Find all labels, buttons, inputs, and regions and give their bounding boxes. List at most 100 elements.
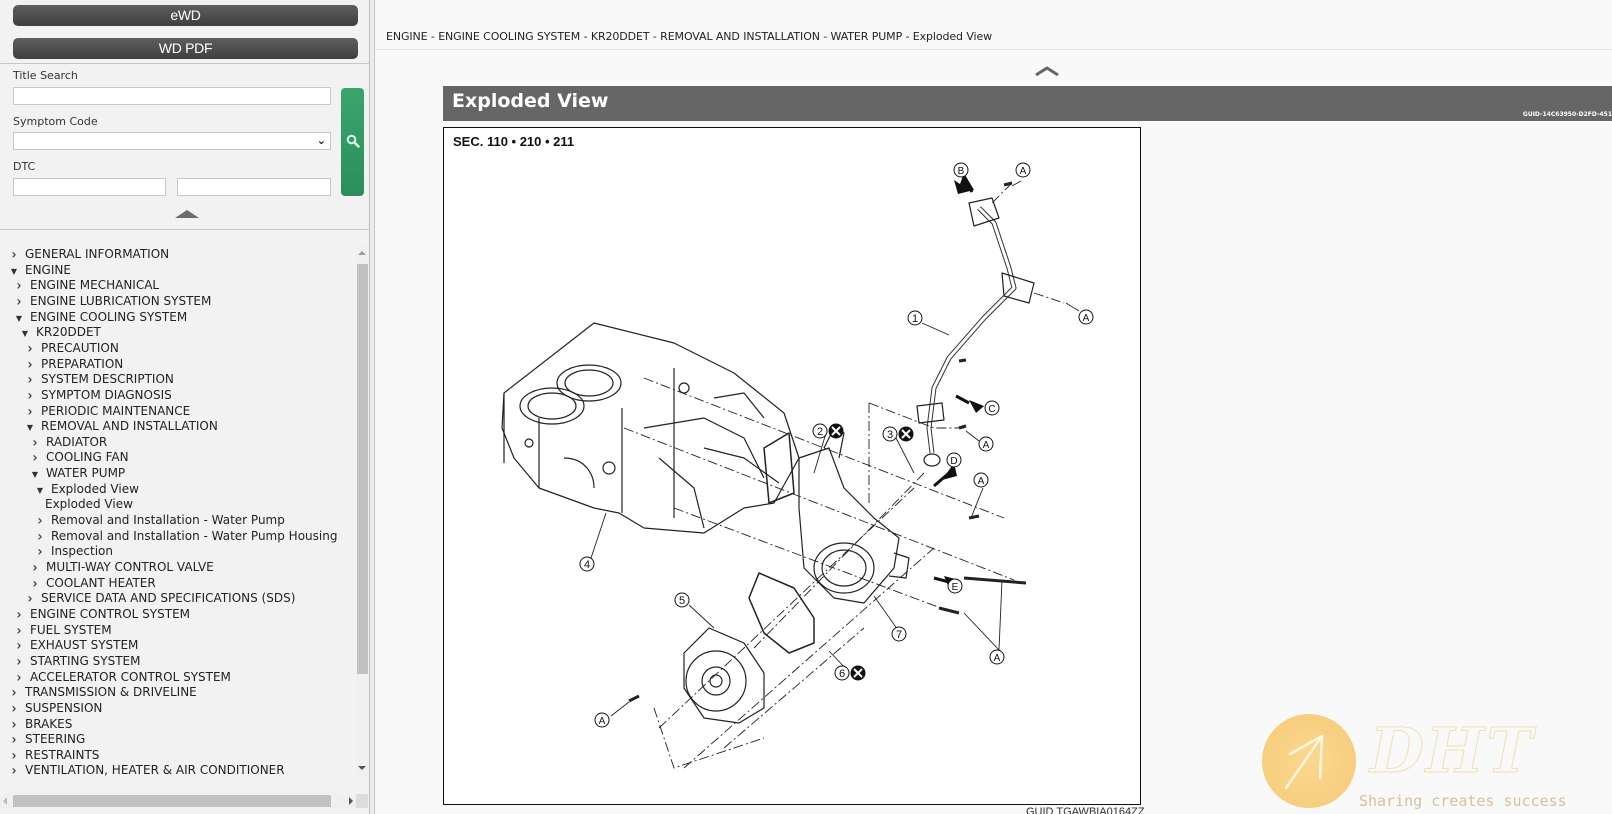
tree-item-label: PREPARATION — [41, 356, 124, 371]
tree-item[interactable]: › Removal and Installation - Water Pump H… — [34, 527, 338, 544]
tree-vertical-scrollbar[interactable] — [356, 246, 368, 776]
sidebar-resize-handle[interactable] — [370, 0, 375, 814]
tree-item-label: ENGINE — [25, 262, 71, 277]
tree-item[interactable]: › MULTI-WAY CONTROL VALVE — [29, 559, 214, 576]
tree-item[interactable]: › ENGINE LUBRICATION SYSTEM — [13, 293, 212, 310]
tree-item[interactable]: ▼ REMOVAL AND INSTALLATION — [24, 418, 218, 434]
tree-horizontal-scrollbar[interactable] — [0, 794, 356, 808]
dtc-input-2[interactable] — [177, 178, 331, 196]
arrow-up-right-icon — [1284, 734, 1324, 790]
callout-4: 4 — [579, 556, 595, 572]
figure-guid: GUID TGAWBIA0164ZZ — [1026, 806, 1145, 814]
callout-a: A — [1015, 162, 1031, 178]
tree-item[interactable]: › SYMPTOM DIAGNOSIS — [24, 386, 172, 403]
tree-item-label: COOLING FAN — [46, 450, 129, 465]
tree-item-label: TRANSMISSION & DRIVELINE — [25, 685, 197, 700]
callout-a: A — [1078, 309, 1094, 325]
tree-item[interactable]: › EXHAUST SYSTEM — [13, 637, 139, 654]
tree-item-label: ENGINE COOLING SYSTEM — [30, 309, 188, 324]
dtc-input-1[interactable] — [13, 178, 166, 196]
chevron-right-icon[interactable]: › — [8, 761, 20, 780]
tree-item[interactable]: › ENGINE MECHANICAL — [13, 277, 160, 294]
tree-item[interactable]: › PRECAUTION — [24, 339, 119, 356]
watermark: DHT Sharing creates success — [1262, 710, 1612, 814]
exploded-view-diagram: 1 2 3 4 5 6 7 B A A C A D A E A A — [501, 162, 1094, 769]
tree-item-label: STEERING — [25, 732, 86, 747]
wd-pdf-button[interactable]: WD PDF — [13, 38, 358, 59]
callout-7: 7 — [891, 626, 907, 642]
svg-text:E: E — [952, 582, 959, 593]
tree-item-label: WATER PUMP — [46, 466, 126, 481]
symptom-code-select[interactable]: ⌄ — [13, 132, 331, 150]
tree-item-label: ENGINE LUBRICATION SYSTEM — [30, 293, 212, 308]
divider — [376, 49, 1612, 50]
tree-item[interactable]: › GENERAL INFORMATION — [8, 246, 170, 262]
tree-item[interactable]: › STARTING SYSTEM — [13, 652, 141, 669]
tree-item[interactable]: ▼ WATER PUMP — [29, 465, 125, 481]
tree-item-label: PRECAUTION — [41, 340, 119, 355]
tree-item-label: SUSPENSION — [25, 700, 103, 715]
chevron-down-icon: ⌄ — [316, 134, 326, 147]
svg-text:5: 5 — [679, 595, 685, 607]
tree-item[interactable]: › TRANSMISSION & DRIVELINE — [8, 684, 197, 701]
tree-item[interactable]: › ENGINE CONTROL SYSTEM — [13, 606, 191, 623]
ewd-button[interactable]: eWD — [13, 5, 358, 26]
tree-item-label: RESTRAINTS — [25, 747, 100, 762]
sidebar: eWD WD PDF Title Search Symptom Code ⌄ D… — [0, 0, 370, 814]
tree-item-label: MULTI-WAY CONTROL VALVE — [46, 560, 214, 574]
tree-item[interactable]: › Inspection — [34, 543, 113, 560]
tree-item-label: BRAKES — [25, 716, 73, 731]
scroll-down-arrow-icon[interactable] — [358, 766, 366, 770]
tree-item[interactable]: › RESTRAINTS — [8, 746, 100, 763]
tree-item-label: SYMPTOM DIAGNOSIS — [41, 387, 172, 402]
app-root: eWD WD PDF Title Search Symptom Code ⌄ D… — [0, 0, 1612, 814]
section-guid: GUID-14C63950-D2FD-451 — [1522, 111, 1612, 118]
collapse-search-toggle[interactable] — [175, 210, 199, 218]
tree-item-label: KR20DDET — [36, 325, 101, 340]
tree-item[interactable]: Exploded View — [34, 496, 133, 512]
scroll-to-top-icon[interactable] — [1034, 66, 1060, 76]
scroll-up-arrow-icon[interactable] — [358, 251, 366, 255]
tree-item-label: Inspection — [51, 544, 113, 559]
tree-item[interactable]: ▼ ENGINE COOLING SYSTEM — [13, 309, 187, 325]
callout-c: C — [984, 400, 1000, 416]
scrollbar-thumb[interactable] — [13, 795, 331, 807]
svg-text:4: 4 — [584, 559, 590, 571]
svg-text:A: A — [1083, 313, 1090, 324]
scrollbar-thumb[interactable] — [357, 264, 368, 674]
scroll-left-arrow-icon[interactable] — [3, 797, 7, 805]
exploded-view-figure[interactable]: SEC. 110 • 210 • 211 1 2 3 4 5 6 7 B A A… — [443, 127, 1141, 805]
svg-text:3: 3 — [887, 429, 893, 441]
water-pump-housing-drawing — [798, 427, 910, 604]
svg-text:C: C — [988, 404, 995, 415]
title-search-input[interactable] — [13, 87, 331, 105]
tree-item-label: RADIATOR — [46, 434, 108, 449]
tree-item[interactable]: › SUSPENSION — [8, 699, 103, 716]
tree-item[interactable]: › COOLING FAN — [29, 449, 129, 466]
search-button[interactable] — [341, 88, 364, 196]
callout-a: A — [989, 649, 1005, 665]
dtc-label: DTC — [13, 160, 36, 173]
tree-item[interactable]: › SERVICE DATA AND SPECIFICATIONS (SDS) — [24, 590, 296, 607]
tree-item[interactable]: › COOLANT HEATER — [29, 574, 156, 591]
tree-item[interactable]: ▼ Exploded View — [34, 481, 139, 497]
callout-e: E — [947, 578, 963, 594]
tree-item[interactable]: › VENTILATION, HEATER & AIR CONDITIONER — [8, 761, 285, 780]
tree-item-label: ACCELERATOR CONTROL SYSTEM — [30, 669, 231, 684]
tree-item[interactable]: › FUEL SYSTEM — [13, 621, 112, 638]
callout-6: 6 — [834, 665, 866, 681]
tree-item[interactable]: › PERIODIC MAINTENANCE — [24, 402, 191, 419]
tree-item[interactable]: › Removal and Installation - Water Pump — [34, 512, 285, 529]
tree-item-label: COOLANT HEATER — [46, 575, 156, 590]
svg-text:A: A — [978, 476, 985, 487]
callout-b: B — [953, 162, 969, 178]
watermark-logo-text: DHT — [1369, 714, 1535, 787]
toc-tree: › GENERAL INFORMATION ▼ ENGINE › ENGINE MECHA… — [0, 246, 356, 794]
tree-item[interactable]: › PREPARATION — [24, 355, 124, 372]
tree-item[interactable]: › ACCELERATOR CONTROL SYSTEM — [13, 668, 231, 685]
tree-item-label: PERIODIC MAINTENANCE — [41, 403, 191, 418]
scroll-right-arrow-icon[interactable] — [349, 797, 353, 805]
tree-item-label: SERVICE DATA AND SPECIFICATIONS (SDS) — [41, 591, 296, 606]
tree-item[interactable]: › SYSTEM DESCRIPTION — [24, 371, 174, 388]
section-title: Exploded View — [452, 90, 609, 112]
